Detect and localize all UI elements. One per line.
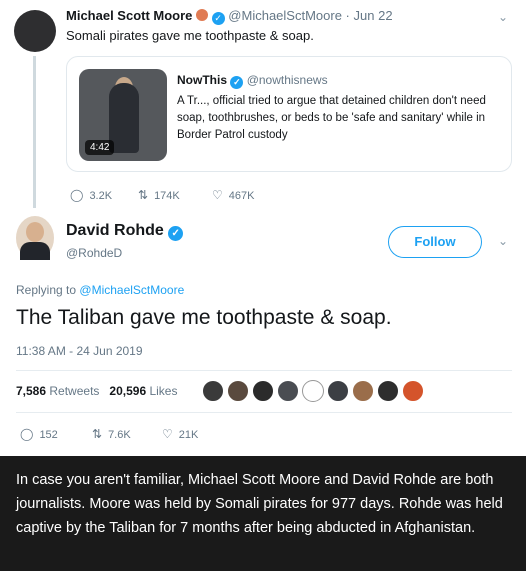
likes-total[interactable]: 20,596 [109, 384, 146, 398]
main-author-name-row: David Rohde ✓ [66, 222, 184, 241]
thread-line [33, 56, 36, 208]
like-button[interactable]: ♡ 21K [162, 427, 198, 441]
parent-retweet-button[interactable]: ⇅ 174K [138, 188, 180, 202]
tweet-timestamp[interactable]: 11:38 AM - 24 Jun 2019 [16, 344, 143, 358]
david-rohde-avatar[interactable] [16, 216, 54, 260]
retweet-button[interactable]: ⇅ 7.6K [92, 427, 131, 441]
parent-retweet-count: 174K [154, 190, 180, 202]
main-author-name[interactable]: David Rohde [66, 222, 164, 239]
retweets-total[interactable]: 7,586 [16, 384, 46, 398]
verified-badge-icon: ✓ [211, 12, 225, 25]
liker-avatar[interactable] [252, 380, 274, 402]
parent-reply-button[interactable]: ◯ 3.2K [70, 188, 112, 202]
liker-avatar[interactable] [377, 380, 399, 402]
quoted-tweet-text: A Tr..., official tried to argue that de… [177, 95, 486, 141]
main-tweet-text: The Taliban gave me toothpaste & soap. [16, 306, 392, 329]
video-thumbnail[interactable]: 4:42 [79, 69, 167, 161]
reply-icon: ◯ [20, 427, 34, 441]
quoted-author-handle: @nowthisnews [246, 73, 328, 87]
replying-to-mention[interactable]: @MichaelSctMoore [79, 283, 184, 297]
parent-author-handle[interactable]: @MichaelSctMoore [228, 8, 342, 23]
liker-avatar[interactable] [227, 380, 249, 402]
parent-tweet-date[interactable]: Jun 22 [354, 8, 393, 23]
quoted-header: NowThis ✓ @nowthisnews [177, 73, 328, 89]
chevron-down-icon[interactable]: ⌄ [498, 10, 508, 24]
verified-badge-icon: ✓ [230, 76, 244, 89]
liker-avatar[interactable] [327, 380, 349, 402]
reply-icon: ◯ [70, 188, 84, 202]
separator-dot: · [345, 8, 350, 23]
michael-scott-moore-avatar[interactable] [14, 10, 56, 52]
retweet-count: 7.6K [108, 429, 131, 441]
avatar-face [26, 222, 44, 242]
quoted-tweet-card[interactable]: 4:42 NowThis ✓ @nowthisnews A Tr..., off… [66, 56, 512, 172]
verified-badge-icon: ✓ [168, 226, 184, 241]
caption-text: In case you aren't familiar, Michael Sco… [0, 456, 526, 571]
retweets-label: Retweets [49, 384, 100, 398]
parent-tweet-text: Somali pirates gave me toothpaste & soap… [66, 28, 314, 43]
parent-reply-count: 3.2K [89, 190, 113, 202]
avatar-suit [20, 242, 50, 260]
main-author-handle[interactable]: @RohdeD [66, 246, 122, 260]
replying-prefix: Replying to [16, 283, 77, 297]
retweet-icon: ⇅ [92, 427, 103, 441]
liker-avatar[interactable] [302, 380, 324, 402]
divider [16, 370, 512, 371]
video-duration: 4:42 [85, 140, 115, 155]
liker-avatar[interactable] [402, 380, 424, 402]
parent-like-button[interactable]: ♡ 467K [212, 188, 254, 202]
like-count: 21K [178, 429, 199, 441]
liker-avatar[interactable] [202, 380, 224, 402]
liker-avatar[interactable] [352, 380, 374, 402]
parent-author-name[interactable]: Michael Scott Moore [66, 8, 192, 23]
engagement-stats: 7,586 Retweets 20,596 Likes [16, 384, 177, 398]
follow-button[interactable]: Follow [388, 226, 482, 258]
likes-label: Likes [149, 384, 178, 398]
retweet-icon: ⇅ [138, 188, 149, 202]
reply-count: 152 [39, 429, 58, 441]
heart-icon: ♡ [212, 188, 223, 202]
quoted-author-name: NowThis [177, 73, 227, 87]
reply-button[interactable]: ◯ 152 [20, 427, 58, 441]
emoji-icon [196, 9, 209, 21]
chevron-down-icon[interactable]: ⌄ [498, 234, 508, 248]
parent-tweet-header: Michael Scott Moore ✓ @MichaelSctMoore ·… [66, 8, 393, 25]
liker-avatar[interactable] [277, 380, 299, 402]
divider [16, 412, 512, 413]
parent-like-count: 467K [228, 190, 255, 202]
replying-to-line: Replying to @MichaelSctMoore [16, 283, 184, 297]
heart-icon: ♡ [162, 427, 173, 441]
